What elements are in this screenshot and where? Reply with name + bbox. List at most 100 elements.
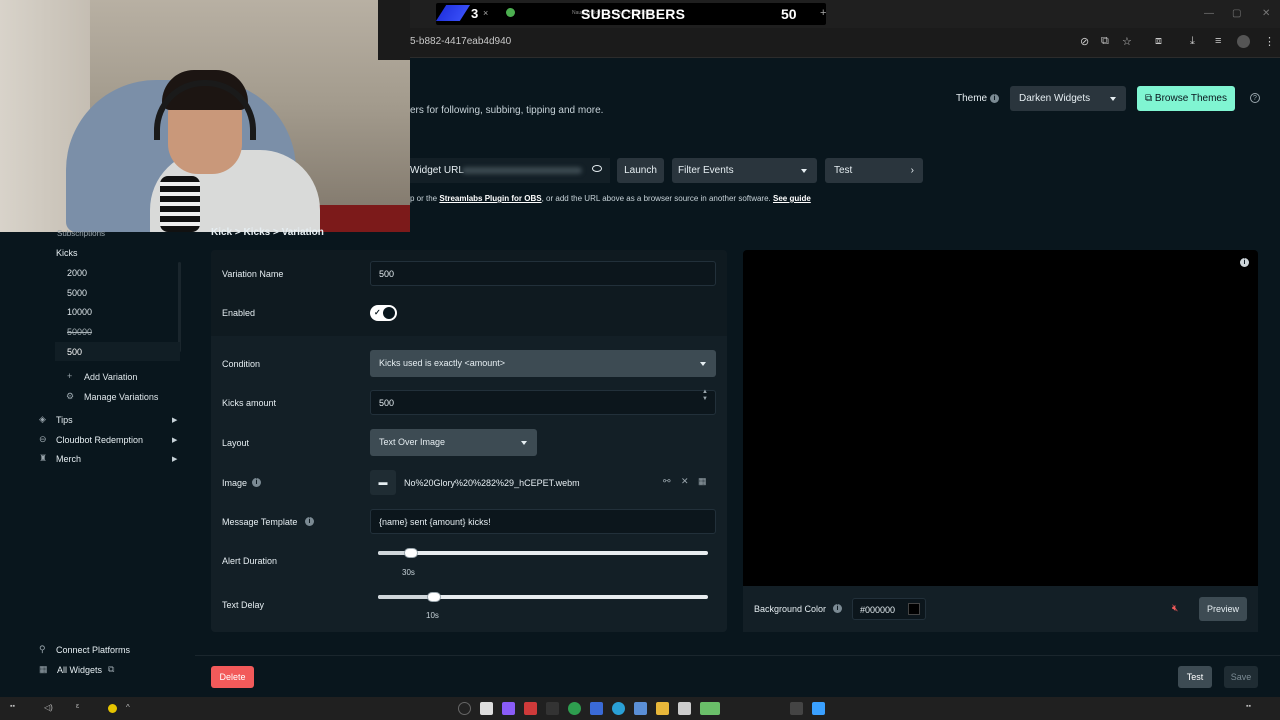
translate-icon[interactable]: ⧉ <box>1101 35 1109 48</box>
eye-off-icon[interactable]: ⊘ <box>1080 35 1089 48</box>
number-stepper-icon[interactable]: ▲ ▼ <box>702 389 708 403</box>
toggle-knob <box>383 307 395 319</box>
start-menu-icon[interactable] <box>812 702 825 715</box>
layout-select[interactable]: Text Over Image <box>370 429 537 456</box>
menu-icon[interactable]: ⋮ <box>1264 35 1275 48</box>
condition-select[interactable]: Kicks used is exactly <amount> <box>370 350 716 377</box>
mute-icon[interactable]: 🔇︎ <box>1172 603 1178 614</box>
star-icon[interactable]: ☆ <box>1122 35 1132 48</box>
see-guide-link[interactable]: See guide <box>773 194 811 203</box>
tab-number: 3 <box>471 6 479 21</box>
volume-icon[interactable]: ◁) <box>44 703 53 712</box>
image-file-field[interactable]: ▬ No%20Glory%20%282%29_hCEPET.webm ⚯ ✕ ▦ <box>370 470 716 495</box>
sidebar-item-subscriptions[interactable]: Subscriptions <box>57 229 105 238</box>
background-color-info-icon[interactable]: i <box>833 604 842 613</box>
delete-button[interactable]: Delete <box>211 666 254 688</box>
variation-name-input[interactable]: 500 <box>370 261 716 286</box>
variation-item-10000[interactable]: 10000 <box>67 307 92 317</box>
plus-icon: + <box>67 371 73 381</box>
store-icon[interactable] <box>634 702 647 715</box>
add-variation-link[interactable]: Add Variation <box>84 372 137 382</box>
taskbar-app-icon[interactable] <box>480 702 493 715</box>
new-tab-button[interactable]: + <box>820 7 826 19</box>
maximize-icon[interactable]: ▢ <box>1232 8 1241 19</box>
background-color-input[interactable]: #000000 <box>852 598 926 620</box>
tray-expand-icon[interactable]: ^ <box>126 703 130 712</box>
link-icon[interactable]: ⚯ <box>663 476 671 487</box>
media-player-icon[interactable] <box>458 702 471 715</box>
tab-close-icon[interactable]: × <box>483 8 488 18</box>
connect-platforms-link[interactable]: Connect Platforms <box>56 645 130 655</box>
alert-duration-slider-handle[interactable] <box>404 548 418 558</box>
test-event-button[interactable]: Test › <box>825 158 923 183</box>
manage-variations-link[interactable]: Manage Variations <box>84 392 158 402</box>
tray-app-icon[interactable] <box>108 704 117 713</box>
media-icon[interactable]: ≡ <box>1215 35 1221 47</box>
folder-icon[interactable]: ▬ <box>370 470 396 495</box>
extensions-icon[interactable]: ⧈ <box>1155 35 1162 48</box>
background-color-label: Background Color <box>754 604 827 614</box>
preview-button[interactable]: Preview <box>1199 597 1247 621</box>
sidebar-item-kicks[interactable]: Kicks <box>56 248 78 258</box>
launch-button[interactable]: Launch <box>617 158 664 183</box>
system-clock: ▪▪ <box>10 703 15 710</box>
save-button[interactable]: Save <box>1224 666 1258 688</box>
theme-dropdown[interactable]: Darken Widgets <box>1010 86 1126 111</box>
tag-icon: ◈ <box>39 414 46 424</box>
theme-info-icon[interactable]: i <box>990 94 999 103</box>
folder-icon[interactable] <box>656 702 669 715</box>
widget-url-label: Widget URL <box>410 165 464 176</box>
sidebar-item-tips[interactable]: Tips <box>56 415 73 425</box>
widget-url-field[interactable]: Widget URL <box>410 158 610 183</box>
language-icon[interactable]: ε <box>76 703 79 710</box>
taskbar-app-icon[interactable] <box>502 702 515 715</box>
color-swatch[interactable] <box>908 603 920 615</box>
kicks-amount-label: Kicks amount <box>222 398 277 408</box>
message-template-input[interactable]: {name} sent {amount} kicks! <box>370 509 716 534</box>
obs-plugin-link[interactable]: Streamlabs Plugin for OBS <box>439 194 541 203</box>
text-delay-value: 10s <box>426 611 439 620</box>
taskbar-app-icon[interactable] <box>678 702 691 715</box>
download-icon[interactable]: ⤓ <box>1190 35 1195 48</box>
alert-duration-slider-track[interactable] <box>378 551 708 555</box>
page-subtitle: ers for following, subbing, tipping and … <box>410 105 604 116</box>
edge-icon[interactable] <box>612 702 625 715</box>
sidebar-scrollbar[interactable] <box>178 262 181 352</box>
window-close-icon[interactable]: ✕ <box>1262 8 1270 19</box>
chevron-down-icon <box>700 361 706 366</box>
taskbar-app-icon[interactable] <box>546 702 559 715</box>
message-template-label: Message Template <box>222 517 298 527</box>
text-delay-slider-handle[interactable] <box>427 592 441 602</box>
clear-icon[interactable]: ✕ <box>681 476 689 487</box>
variation-item-500[interactable]: 500 <box>67 347 82 357</box>
variation-item-2000[interactable]: 2000 <box>67 268 87 278</box>
profile-avatar[interactable] <box>1237 35 1250 48</box>
eye-icon[interactable] <box>592 165 602 172</box>
minimize-icon[interactable]: — <box>1204 8 1214 19</box>
preview-info-icon[interactable]: i <box>1240 258 1249 267</box>
filter-events-dropdown[interactable]: Filter Events <box>672 158 817 183</box>
variation-item-5000[interactable]: 5000 <box>67 288 87 298</box>
test-button[interactable]: Test <box>1178 666 1212 688</box>
variation-item-50000[interactable]: 50000 <box>67 327 92 337</box>
message-template-info-icon[interactable]: i <box>305 517 314 526</box>
sidebar-item-cloudbot[interactable]: Cloudbot Redemption <box>56 435 143 445</box>
chevron-down-icon <box>521 440 527 445</box>
taskbar-app-icon[interactable] <box>590 702 603 715</box>
enabled-toggle[interactable]: ✓ <box>370 305 397 321</box>
help-icon[interactable]: ? <box>1250 93 1260 103</box>
chevron-right-icon: ▶ <box>172 456 178 463</box>
all-widgets-link[interactable]: All Widgets <box>57 665 102 675</box>
alert-preview-canvas <box>743 250 1258 586</box>
search-icon[interactable] <box>790 702 803 715</box>
gallery-grid-icon[interactable]: ▦ <box>698 476 707 487</box>
taskbar-app-icon[interactable] <box>700 702 720 715</box>
chrome-icon[interactable] <box>568 702 581 715</box>
image-info-icon[interactable]: i <box>252 478 261 487</box>
browse-themes-button[interactable]: ⧉ Browse Themes <box>1137 86 1235 111</box>
sidebar-item-merch[interactable]: Merch <box>56 454 81 464</box>
url-text[interactable]: 5-b882-4417eab4d940 <box>410 36 511 47</box>
kicks-amount-input[interactable]: 500 ▲ ▼ <box>370 389 716 415</box>
chevron-right-icon: ▶ <box>172 417 178 424</box>
taskbar-app-icon[interactable] <box>524 702 537 715</box>
